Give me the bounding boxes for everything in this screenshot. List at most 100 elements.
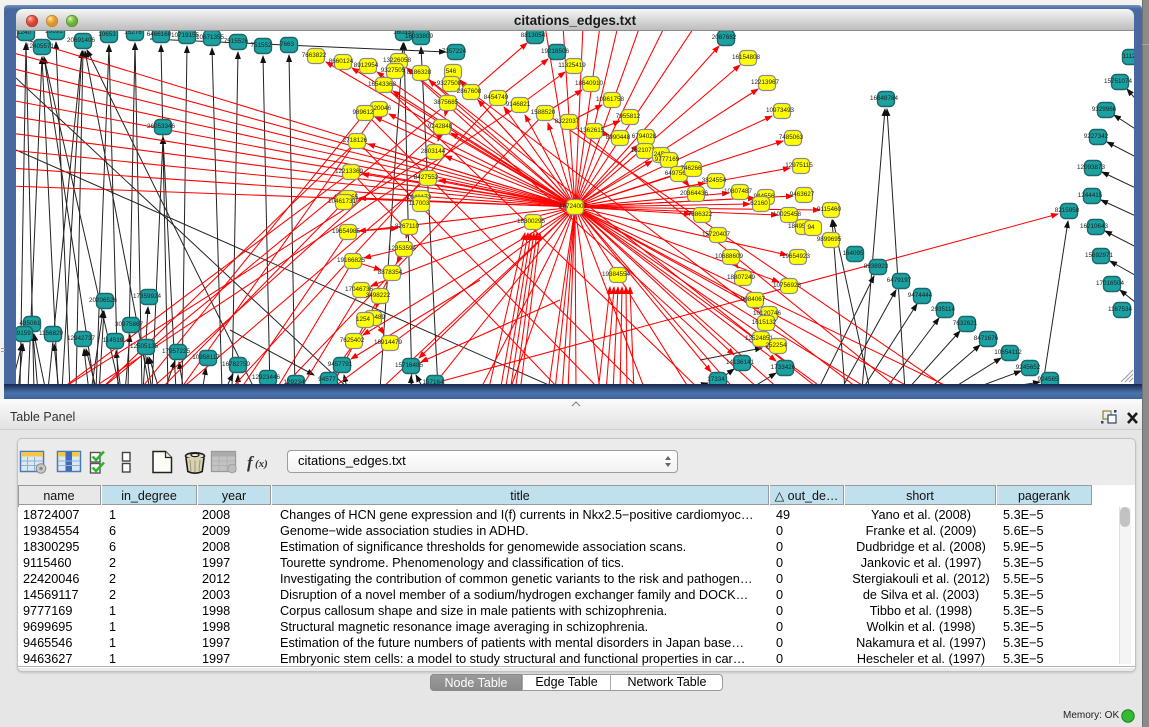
svg-text:11325419: 11325419 (558, 62, 586, 69)
svg-text:94: 94 (807, 224, 815, 231)
svg-text:2867608: 2867608 (457, 88, 482, 95)
svg-text:746266: 746266 (680, 165, 702, 172)
svg-text:18724007: 18724007 (559, 203, 588, 210)
svg-text:20691: 20691 (45, 31, 63, 35)
svg-text:8267110: 8267110 (395, 223, 420, 230)
svg-text:62160: 62160 (750, 200, 768, 207)
svg-text:12213967: 12213967 (751, 79, 780, 86)
svg-text:16543362: 16543362 (368, 81, 397, 88)
svg-text:10671355: 10671355 (196, 34, 225, 41)
svg-text:7886322: 7886322 (688, 211, 713, 218)
svg-text:10807487: 10807487 (724, 188, 753, 195)
svg-text:7632621: 7632621 (953, 320, 978, 327)
svg-text:15720407: 15720407 (702, 231, 731, 238)
svg-text:19218506: 19218506 (541, 48, 570, 55)
svg-text:2803144: 2803144 (421, 148, 446, 155)
svg-text:1362615: 1362615 (580, 127, 605, 134)
svg-text:15716485: 15716485 (395, 362, 424, 369)
svg-text:15692971: 15692971 (1085, 252, 1114, 259)
svg-text:10961758: 10961758 (596, 96, 625, 103)
svg-text:8427552: 8427552 (414, 174, 439, 181)
svg-text:12093873: 12093873 (1077, 164, 1106, 171)
svg-text:10958117: 10958117 (192, 354, 220, 361)
svg-text:7625402: 7625402 (340, 337, 365, 344)
svg-text:f: f (247, 453, 255, 472)
svg-text:30975867: 30975867 (115, 321, 144, 328)
svg-text:9777169: 9777169 (655, 156, 680, 163)
svg-text:252254: 252254 (765, 342, 787, 349)
svg-text:14136141: 14136141 (726, 359, 755, 366)
svg-text:13524851: 13524851 (745, 335, 774, 342)
svg-text:7515526: 7515526 (224, 38, 249, 45)
svg-text:2087682: 2087682 (712, 34, 737, 41)
svg-text:9463627: 9463627 (790, 191, 815, 198)
svg-text:7357224: 7357224 (442, 48, 467, 55)
svg-text:10688609: 10688609 (715, 253, 744, 260)
svg-text:12405571: 12405571 (26, 43, 55, 50)
svg-text:17016504: 17016504 (1096, 280, 1125, 287)
svg-text:7955812: 7955812 (616, 113, 641, 120)
svg-text:2718126: 2718126 (343, 137, 368, 144)
svg-text:18640910: 18640910 (575, 80, 604, 87)
svg-text:9457791: 9457791 (328, 361, 353, 368)
svg-text:9084067: 9084067 (741, 296, 766, 303)
svg-text:1112: 1112 (1122, 53, 1134, 60)
svg-text:17359924: 17359924 (133, 293, 162, 300)
svg-text:157164: 157164 (422, 379, 444, 384)
svg-text:1156829: 1156829 (39, 330, 64, 337)
svg-text:8813054: 8813054 (521, 32, 546, 39)
svg-text:10653: 10653 (98, 31, 116, 38)
svg-text:114519: 114519 (103, 337, 124, 344)
svg-text:16914479: 16914479 (374, 339, 403, 346)
svg-text:8878354: 8878354 (378, 269, 403, 276)
svg-text:7663: 7663 (280, 41, 295, 48)
svg-text:18807249: 18807249 (727, 274, 756, 281)
svg-text:924565: 924565 (1037, 376, 1059, 383)
svg-text:12505135: 12505135 (130, 343, 159, 350)
svg-text:12923446: 12923446 (252, 374, 281, 381)
svg-text:18300295: 18300295 (517, 218, 546, 225)
svg-text:8454749: 8454749 (484, 94, 509, 101)
svg-text:1588520: 1588520 (531, 109, 556, 116)
svg-text:94577: 94577 (318, 376, 336, 383)
svg-text:15751074: 15751074 (1104, 78, 1133, 85)
svg-text:(x): (x) (255, 458, 268, 470)
svg-text:16154808: 16154808 (732, 54, 761, 61)
svg-text:1615132: 1615132 (752, 319, 777, 326)
svg-text:9146821: 9146821 (506, 101, 531, 108)
svg-text:7663822: 7663822 (302, 52, 327, 59)
svg-text:16648784: 16648784 (870, 95, 899, 102)
svg-text:17334: 17334 (707, 376, 725, 383)
svg-text:15276: 15276 (124, 31, 142, 36)
svg-text:16782759: 16782759 (222, 361, 251, 368)
svg-text:19166825: 19166825 (337, 257, 366, 264)
svg-text:10973493: 10973493 (766, 107, 795, 114)
svg-text:117003: 117003 (409, 200, 430, 207)
svg-text:19384554: 19384554 (602, 271, 631, 278)
svg-text:12942737: 12942737 (67, 335, 96, 342)
svg-text:20206526: 20206526 (89, 297, 118, 304)
svg-text:12353594: 12353594 (388, 245, 417, 252)
svg-text:1244415: 1244415 (1078, 192, 1103, 199)
svg-text:17957225: 17957225 (162, 348, 191, 355)
svg-text:8660124: 8660124 (329, 58, 354, 65)
svg-text:20364436: 20364436 (680, 190, 709, 197)
svg-text:9227342: 9227342 (1084, 133, 1109, 140)
svg-text:12213369: 12213369 (335, 168, 364, 175)
svg-text:9242848: 9242848 (428, 123, 453, 130)
svg-text:129234: 129234 (283, 379, 305, 384)
svg-text:39159: 39159 (16, 330, 31, 337)
svg-text:8471676: 8471676 (974, 335, 999, 342)
svg-text:7485063: 7485063 (779, 134, 804, 141)
svg-text:6466160: 6466160 (147, 31, 172, 38)
svg-text:3498222: 3498222 (366, 292, 391, 299)
svg-text:6479197: 6479197 (887, 277, 912, 284)
svg-text:26053346: 26053346 (147, 123, 176, 130)
svg-text:10756928: 10756928 (773, 282, 802, 289)
svg-text:19654985: 19654985 (332, 228, 361, 235)
svg-text:9245652: 9245652 (1016, 364, 1041, 371)
svg-text:8215958: 8215958 (1055, 207, 1080, 214)
svg-text:1240: 1240 (17, 31, 32, 36)
svg-text:10654112: 10654112 (994, 349, 1022, 356)
svg-text:1733426: 1733426 (771, 364, 796, 371)
